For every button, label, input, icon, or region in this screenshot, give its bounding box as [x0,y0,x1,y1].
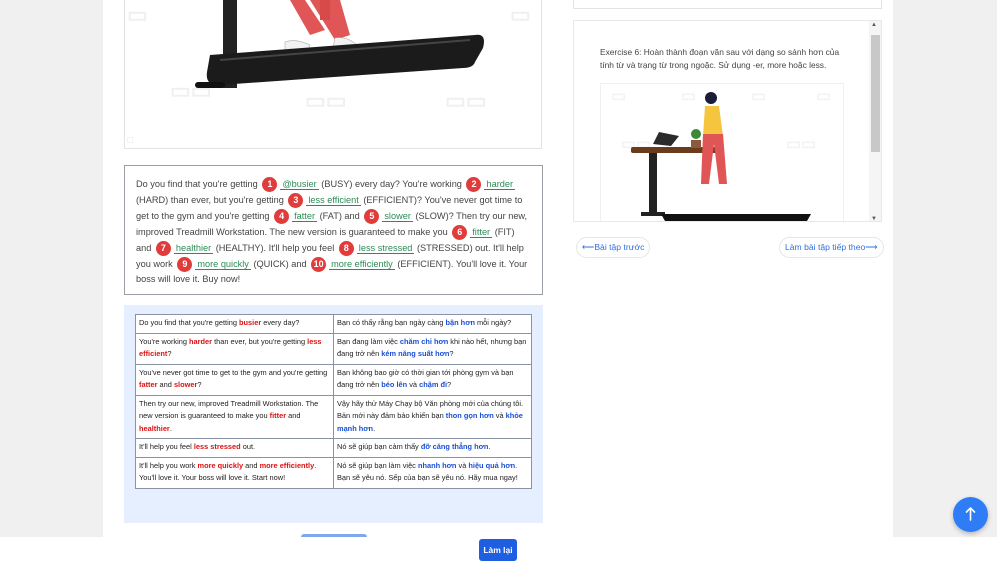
passage-text: (QUICK) and [253,258,307,269]
passage-text: (HARD) than ever, but you're getting [136,194,284,205]
answer-number-badge: 6 [452,224,468,240]
passage-text: Do you find that you're getting [136,179,258,189]
prev-exercise-label: Bài tập trước [594,242,645,252]
answer-input[interactable]: harder [484,179,516,190]
vietnamese-cell: Nó sẽ giúp bạn cảm thấy đỡ căng thẳng hơ… [333,438,532,458]
english-cell: Then try our new, improved Treadmill Wor… [135,394,334,439]
answer-input[interactable]: more efficiently [329,258,395,270]
answer-input[interactable]: healthier [173,242,214,254]
answer-number-badge: 10 [311,256,327,272]
passage-text: (HEALTHY). It'll help you feel [215,242,335,253]
english-cell: You've never got time to get to the gym … [135,363,334,396]
next-exercise-button[interactable]: Làm bài tập tiếp theo⟶ [779,237,884,258]
vietnamese-cell: Vậy hãy thử Máy Chạy bộ Văn phòng mới củ… [333,394,532,439]
previous-card-bottom [573,0,882,9]
answer-input[interactable]: @busier [280,179,319,190]
next-exercise-preview[interactable]: Exercise 6: Hoàn thành đoạn văn sau với … [573,20,882,222]
scrollbar[interactable]: ▲ ▼ [869,21,881,221]
vietnamese-cell: Bạn có thấy rằng bạn ngày càng bận hơn m… [333,314,532,334]
answer-input[interactable]: less stressed [356,242,415,254]
answer-input[interactable]: less efficient [306,194,361,206]
english-cell: You're working harder than ever, but you… [135,332,334,365]
treadmill-drawing [195,0,484,88]
english-cell: Do you find that you're getting busier e… [135,314,334,334]
answer-input[interactable]: slower [382,210,413,222]
answer-number-badge: 4 [274,208,290,224]
answer-input[interactable]: more quickly [195,258,251,270]
triangle-down-icon[interactable]: ▼ [871,216,877,221]
submit-button-peek[interactable] [301,534,367,537]
scroll-top-button[interactable] [953,497,988,532]
english-cell: It'll help you feel less stressed out. [135,438,334,458]
arrow-right-icon: ⟶ [865,242,878,252]
arrow-up-icon [965,507,976,521]
table-row: Then try our new, improved Treadmill Wor… [135,394,532,439]
exercise-passage: Do you find that you're getting 1 @busier… [124,165,543,295]
passage-text: (BUSY) every day? You're working [321,179,462,189]
table-row: Do you find that you're getting busier e… [135,314,532,334]
answer-input[interactable]: fitter [470,226,493,238]
table-row: You're working harder than ever, but you… [135,332,532,365]
answer-number-badge: 2 [466,177,482,193]
table-row: You've never got time to get to the gym … [135,363,532,396]
arrow-left-icon: ⟵ [582,242,595,252]
table-row: It'll help you work more quickly and mor… [135,456,532,489]
passage-text: (FAT) and [319,210,360,221]
answer-number-badge: 1 [262,177,278,193]
prev-exercise-button[interactable]: ⟵Bài tập trước [576,237,651,258]
retry-button[interactable]: Làm lại [479,539,517,561]
translation-table: Do you find that you're getting busier e… [135,314,532,489]
answer-number-badge: 3 [288,192,304,208]
triangle-up-icon[interactable]: ▲ [871,22,877,28]
next-exercise-label: Làm bài tập tiếp theo [785,242,866,252]
page: ▭ ▭ ▭▭ ▭▭ ▭▭ ⬚ Do you find that you're g… [0,0,997,562]
answer-number-badge: 5 [364,208,380,224]
standing-desk-illustration: ▭ ▭ ▭ ▭ ▭▭ ▭▭ [600,83,844,221]
treadmill-illustration: ▭ ▭ ▭▭ ▭▭ ▭▭ ⬚ [124,0,542,149]
table-row: It'll help you feel less stressed out. N… [135,438,532,458]
exercise6-description: Exercise 6: Hoàn thành đoạn văn sau với … [600,47,840,70]
vietnamese-cell: Bạn không bao giờ có thời gian tới phòng… [333,363,532,396]
answer-number-badge: 8 [338,240,354,256]
answer-number-badge: 9 [177,256,193,272]
answer-input[interactable]: fatter [292,210,318,222]
translation-panel: Do you find that you're getting busier e… [124,305,543,523]
image-watermark: ⬚ [127,137,134,144]
answer-number-badge: 7 [155,240,171,256]
english-cell: It'll help you work more quickly and mor… [135,456,334,489]
vietnamese-cell: Bạn đang làm việc chăm chỉ hơn khi nào h… [333,332,532,365]
scrollbar-thumb[interactable] [871,35,880,152]
desk-drawing [631,92,811,221]
vietnamese-cell: Nó sẽ giúp bạn làm việc nhanh hơn và hiệ… [333,456,532,489]
